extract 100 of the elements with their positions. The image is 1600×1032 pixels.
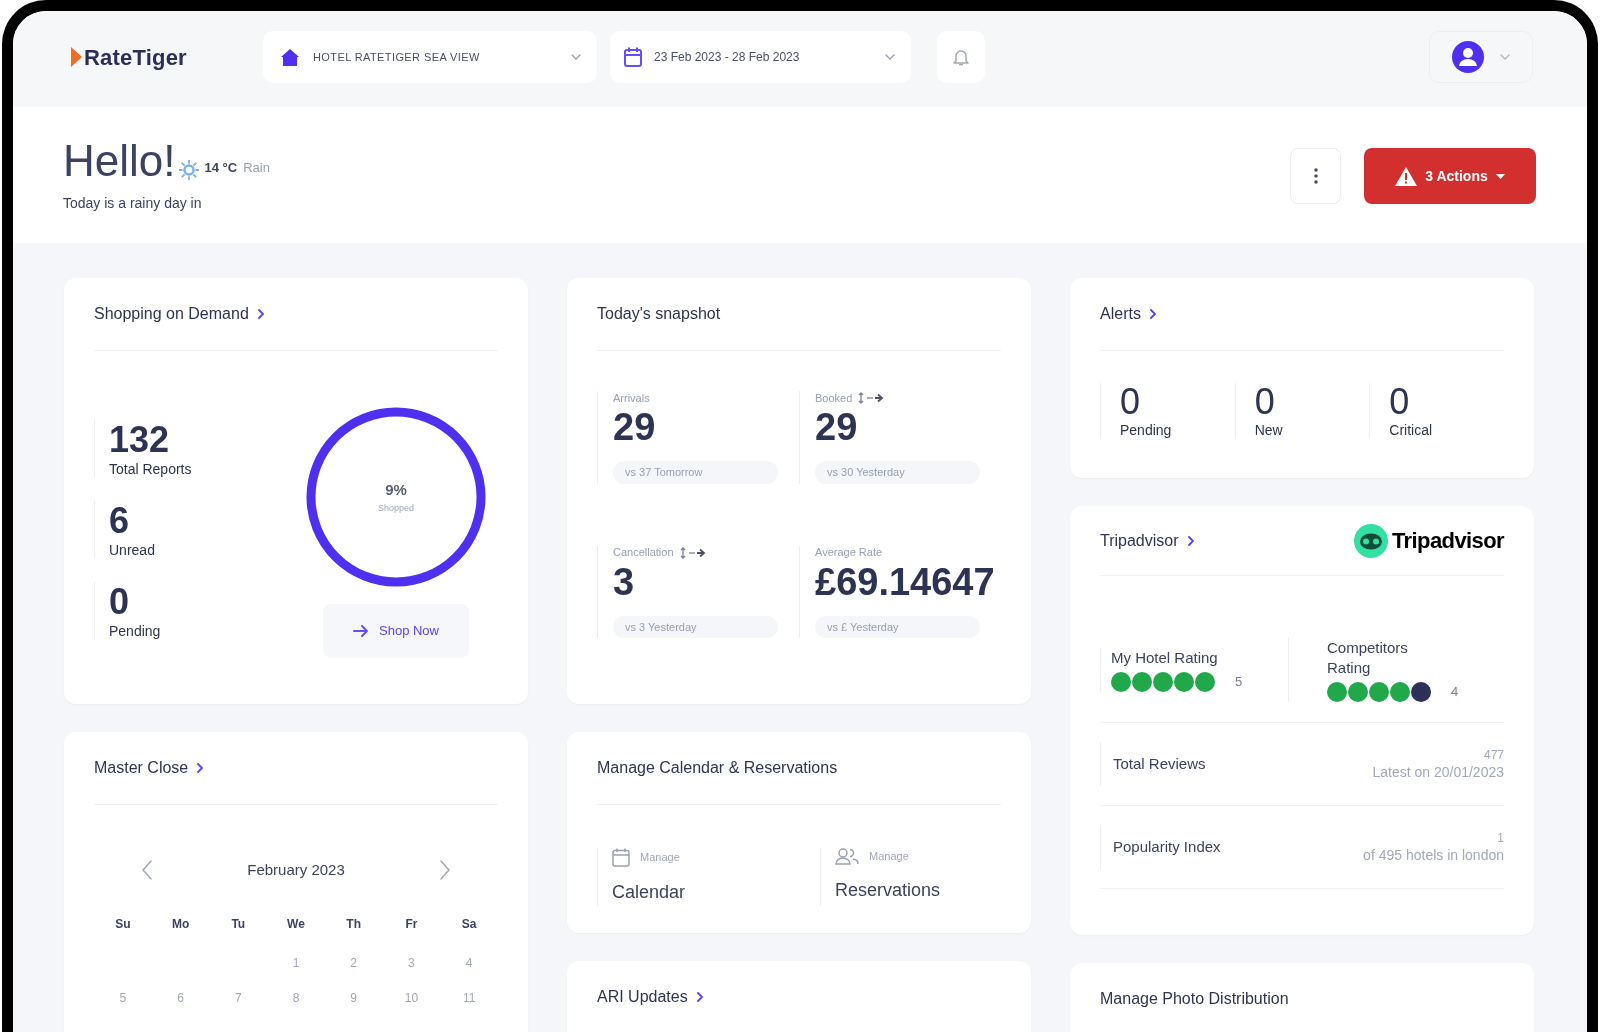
more-options-button[interactable] bbox=[1290, 148, 1341, 204]
comparison-note: vs 30 Yesterday bbox=[815, 461, 980, 484]
metric-label: Arrivals bbox=[613, 390, 650, 406]
chevron-left-icon bbox=[142, 860, 152, 881]
bubble-icon bbox=[1369, 682, 1389, 702]
chevron-right-icon bbox=[1187, 535, 1194, 546]
calendar-icon bbox=[624, 47, 642, 67]
bubble-icon bbox=[1195, 672, 1215, 692]
chevron-down-icon bbox=[885, 54, 895, 60]
bubble-icon bbox=[1411, 682, 1431, 702]
metric-value: 3 bbox=[613, 559, 636, 604]
vertical-dots-icon bbox=[1313, 168, 1318, 184]
chevron-right-icon bbox=[696, 992, 703, 1002]
card-title: Today's snapshot bbox=[597, 304, 721, 324]
greeting-title: Hello! bbox=[63, 137, 176, 185]
stat-label: Total Reports bbox=[109, 460, 193, 478]
metric-label: Cancellation bbox=[613, 545, 674, 561]
stat-value: 132 bbox=[109, 420, 171, 460]
bell-icon bbox=[953, 48, 969, 66]
stat-label: Pending bbox=[109, 622, 162, 640]
logo-icon bbox=[71, 47, 82, 67]
chevron-down-icon bbox=[1500, 54, 1510, 60]
weekday-label: We bbox=[286, 915, 306, 933]
user-menu-button[interactable] bbox=[1429, 31, 1533, 83]
weekday-label: Fr bbox=[404, 915, 419, 933]
shop-now-button[interactable]: Shop Now bbox=[323, 604, 469, 658]
weekday-label: Su bbox=[114, 915, 132, 933]
weekday-label: Tu bbox=[230, 915, 247, 933]
calendar-day[interactable]: 1 bbox=[292, 954, 300, 972]
bubble-icon bbox=[1132, 672, 1152, 692]
chevron-right-icon bbox=[197, 763, 204, 773]
weekday-label: Mo bbox=[170, 915, 191, 933]
metric-value: £69.14647 bbox=[815, 559, 996, 604]
detail-note: of 495 hotels in london bbox=[1363, 846, 1504, 864]
detail-note: Latest on 20/01/2023 bbox=[1372, 763, 1504, 781]
bubble-icon bbox=[1390, 682, 1410, 702]
calendar-icon bbox=[612, 848, 630, 867]
owl-icon bbox=[1354, 523, 1388, 558]
arrow-icon bbox=[353, 624, 369, 638]
rating-label: My Hotel Rating bbox=[1111, 648, 1219, 668]
caret-down-icon bbox=[1495, 173, 1505, 179]
bubble-icon bbox=[1348, 682, 1368, 702]
comparison-note: vs 37 Tomorrow bbox=[613, 461, 778, 484]
user-icon bbox=[1452, 41, 1484, 73]
card-title-link[interactable]: Shopping on Demand bbox=[94, 302, 264, 326]
stat-value: 6 bbox=[109, 501, 131, 541]
card-title-link[interactable]: ARI Updates bbox=[597, 985, 703, 1009]
metric-value: 29 bbox=[613, 405, 657, 449]
bubble-icon bbox=[1153, 672, 1173, 692]
bubble-icon bbox=[1174, 672, 1194, 692]
property-dropdown[interactable]: HOTEL RATETIGER SEA VIEW bbox=[263, 31, 597, 83]
card-title: Manage Photo Distribution bbox=[1100, 989, 1289, 1009]
comparison-note: vs 3 Yesterday bbox=[613, 615, 778, 638]
alert-count: 0 bbox=[1389, 383, 1411, 421]
month-title: February 2023 bbox=[247, 860, 345, 880]
item-link[interactable]: Reservations bbox=[835, 877, 1001, 904]
stat-label: Unread bbox=[109, 541, 156, 559]
comparison-note: vs £ Yesterday bbox=[815, 615, 980, 638]
previous-month-button[interactable] bbox=[140, 859, 154, 882]
logo-text: RateTiger bbox=[84, 43, 187, 72]
greeting-subtitle: Today is a rainy day in bbox=[63, 194, 203, 213]
metric-value: 29 bbox=[815, 405, 859, 449]
weekday-label: Sa bbox=[460, 915, 478, 933]
chevron-right-icon bbox=[257, 309, 264, 319]
alert-count: 0 bbox=[1120, 383, 1142, 421]
metric-label: Average Rate bbox=[815, 545, 883, 561]
users-icon bbox=[835, 848, 859, 865]
temperature-text: 14 °C bbox=[204, 158, 238, 177]
home-icon bbox=[281, 48, 299, 66]
chevron-right-icon bbox=[440, 860, 450, 881]
detail-value: 477 bbox=[1483, 747, 1504, 763]
ring-value: 9% bbox=[385, 480, 407, 500]
rating-score: 5 bbox=[1235, 673, 1243, 692]
card-title-link[interactable]: Tripadvisor bbox=[1100, 528, 1194, 553]
next-month-button[interactable] bbox=[438, 859, 452, 882]
warning-icon bbox=[1395, 166, 1418, 186]
detail-label: Popularity Index bbox=[1113, 836, 1221, 857]
notifications-button[interactable] bbox=[937, 31, 985, 83]
stat-value: 0 bbox=[109, 582, 131, 622]
actions-button[interactable]: 3 Actions bbox=[1364, 148, 1536, 204]
card-title: Manage Calendar & Reservations bbox=[597, 758, 838, 778]
rating-label: Competitors Rating bbox=[1327, 638, 1409, 678]
bubble-icon bbox=[1327, 682, 1347, 702]
tripadvisor-logo-text: Tripadvisor bbox=[1392, 527, 1504, 555]
card-title-link[interactable]: Master Close bbox=[94, 756, 204, 780]
bubble-icon bbox=[1111, 672, 1131, 692]
chevron-right-icon bbox=[1149, 309, 1156, 319]
item-link[interactable]: Calendar bbox=[612, 879, 820, 906]
alert-label: Pending bbox=[1120, 421, 1173, 439]
metric-label: Booked bbox=[815, 390, 853, 406]
alert-label: Critical bbox=[1389, 421, 1434, 439]
weekday-label: Th bbox=[345, 915, 363, 933]
weather-condition: Rain bbox=[243, 158, 270, 177]
item-caption: Manage bbox=[869, 849, 909, 865]
date-range-picker[interactable]: 23 Feb 2023 - 28 Feb 2023 bbox=[610, 31, 911, 83]
ring-caption: Shopped bbox=[377, 501, 414, 515]
chevron-down-icon bbox=[571, 54, 581, 60]
alert-label: New bbox=[1254, 421, 1284, 439]
detail-value: 1 bbox=[1497, 830, 1504, 846]
card-title-link[interactable]: Alerts bbox=[1100, 302, 1156, 326]
